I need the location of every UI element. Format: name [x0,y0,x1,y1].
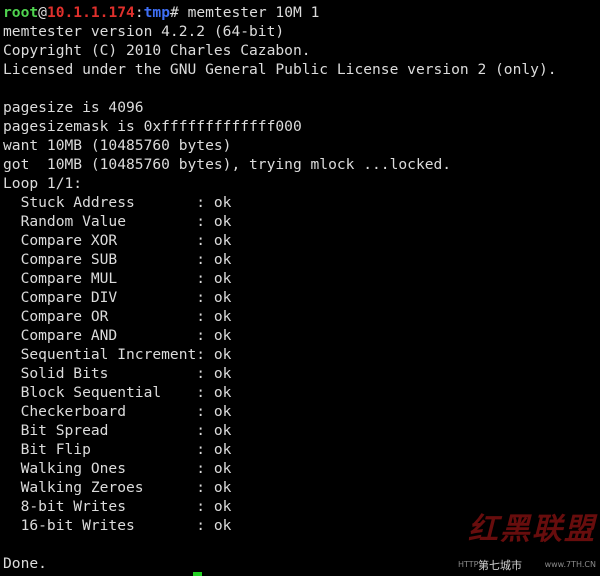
test-result-line: Bit Flip : ok [3,441,232,458]
test-result-line: Sequential Increment: ok [3,346,232,363]
output-line: Loop 1/1: [3,175,83,192]
prompt-colon: : [134,4,144,21]
prompt-directory: tmp [143,4,170,21]
test-result-line: Compare DIV : ok [3,289,232,306]
test-result-line: Random Value : ok [3,213,232,230]
prompt-at: @ [38,4,47,21]
output-line: got 10MB (10485760 bytes), trying mlock … [3,156,452,173]
test-result-line: Checkerboard : ok [3,403,232,420]
command-text: memtester 10M 1 [178,4,320,21]
test-result-line: Bit Spread : ok [3,422,232,439]
output-line: Licensed under the GNU General Public Li… [3,61,557,78]
test-result-line: Stuck Address : ok [3,194,232,211]
watermark-sub-text: 第七城市 [478,559,522,572]
test-result-line: Walking Ones : ok [3,460,232,477]
prompt-user: root [3,4,39,21]
test-result-line: Compare SUB : ok [3,251,232,268]
test-result-line: Block Sequential : ok [3,384,232,401]
test-result-line: Compare OR : ok [3,308,232,325]
output-line: want 10MB (10485760 bytes) [3,137,232,154]
watermark-logo: 红黑联盟 HTTP 第七城市 www.7TH.CN [458,512,598,576]
output-line: memtester version 4.2.2 (64-bit) [3,23,285,40]
test-result-line: Compare MUL : ok [3,270,232,287]
output-line: Copyright (C) 2010 Charles Cazabon. [3,42,311,59]
prompt-host: 10.1.1.174 [46,4,135,21]
watermark-url-text: www.7TH.CN [544,560,596,569]
output-line: pagesizemask is 0xfffffffffffff000 [3,118,302,135]
prompt-symbol: # [169,4,179,21]
watermark-main-text: 红黑联盟 [468,512,596,547]
test-result-line: Compare AND : ok [3,327,232,344]
prompt-line: root@10.1.1.174:tmp# memtester 10M 1 [3,3,600,22]
test-result-line: Solid Bits : ok [3,365,232,382]
watermark-http-text: HTTP [458,560,479,569]
terminal-window[interactable]: root@10.1.1.174:tmp# memtester 10M 1 mem… [0,0,600,576]
output-line: pagesize is 4096 [3,99,144,116]
test-result-line: Walking Zeroes : ok [3,479,232,496]
terminal-cursor [193,572,202,576]
test-result-line: Compare XOR : ok [3,232,232,249]
